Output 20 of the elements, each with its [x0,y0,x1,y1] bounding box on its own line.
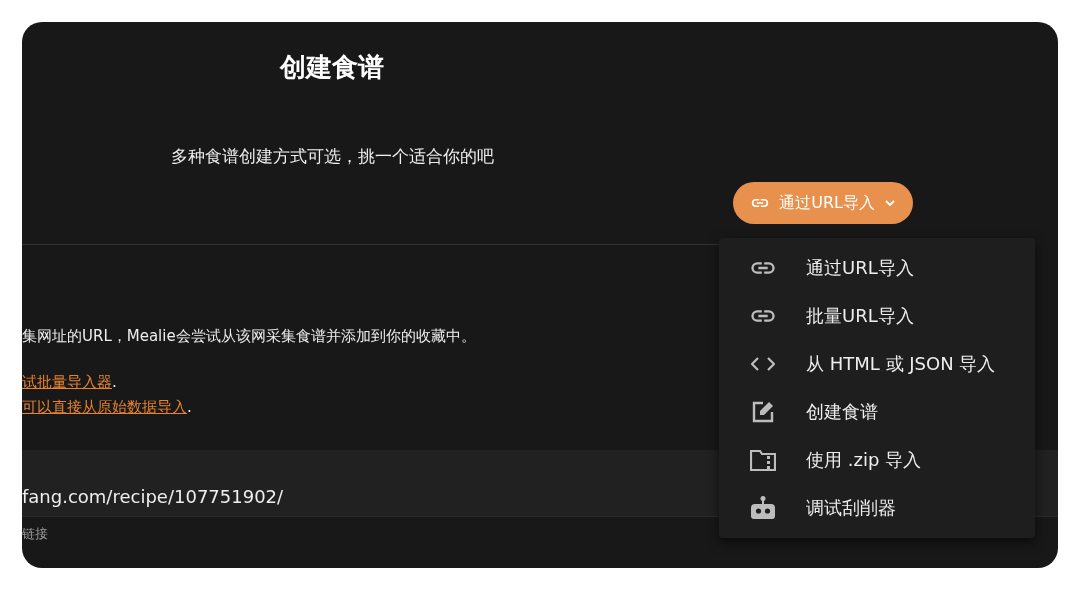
period-text: . [187,398,192,416]
link-icon [751,198,770,208]
menu-item[interactable]: 创建食谱 [719,388,1035,436]
description-text: 集网址的URL，Mealie会尝试从该网采集食谱并添加到你的收藏中。 [22,326,477,347]
page-subtitle: 多种食谱创建方式可选，挑一个适合你的吧 [169,145,495,168]
period-text: . [112,373,117,391]
link-icon [749,261,776,275]
folder-icon [749,449,776,471]
menu-item[interactable]: 从 HTML 或 JSON 导入 [719,340,1035,388]
code-icon [750,357,775,371]
field-hint: 链接 [22,525,49,543]
page-title: 创建食谱 [278,51,385,84]
import-link[interactable]: 试批量导入器 [22,373,112,391]
robot-icon [749,496,776,520]
caret-icon [885,199,895,207]
menu-item[interactable]: 批量URL导入 [719,292,1035,340]
menu-item[interactable]: 通过URL导入 [719,244,1035,292]
edit-icon [751,401,774,423]
import-link[interactable]: 可以直接从原始数据导入 [22,398,187,416]
link-icon [749,309,776,323]
